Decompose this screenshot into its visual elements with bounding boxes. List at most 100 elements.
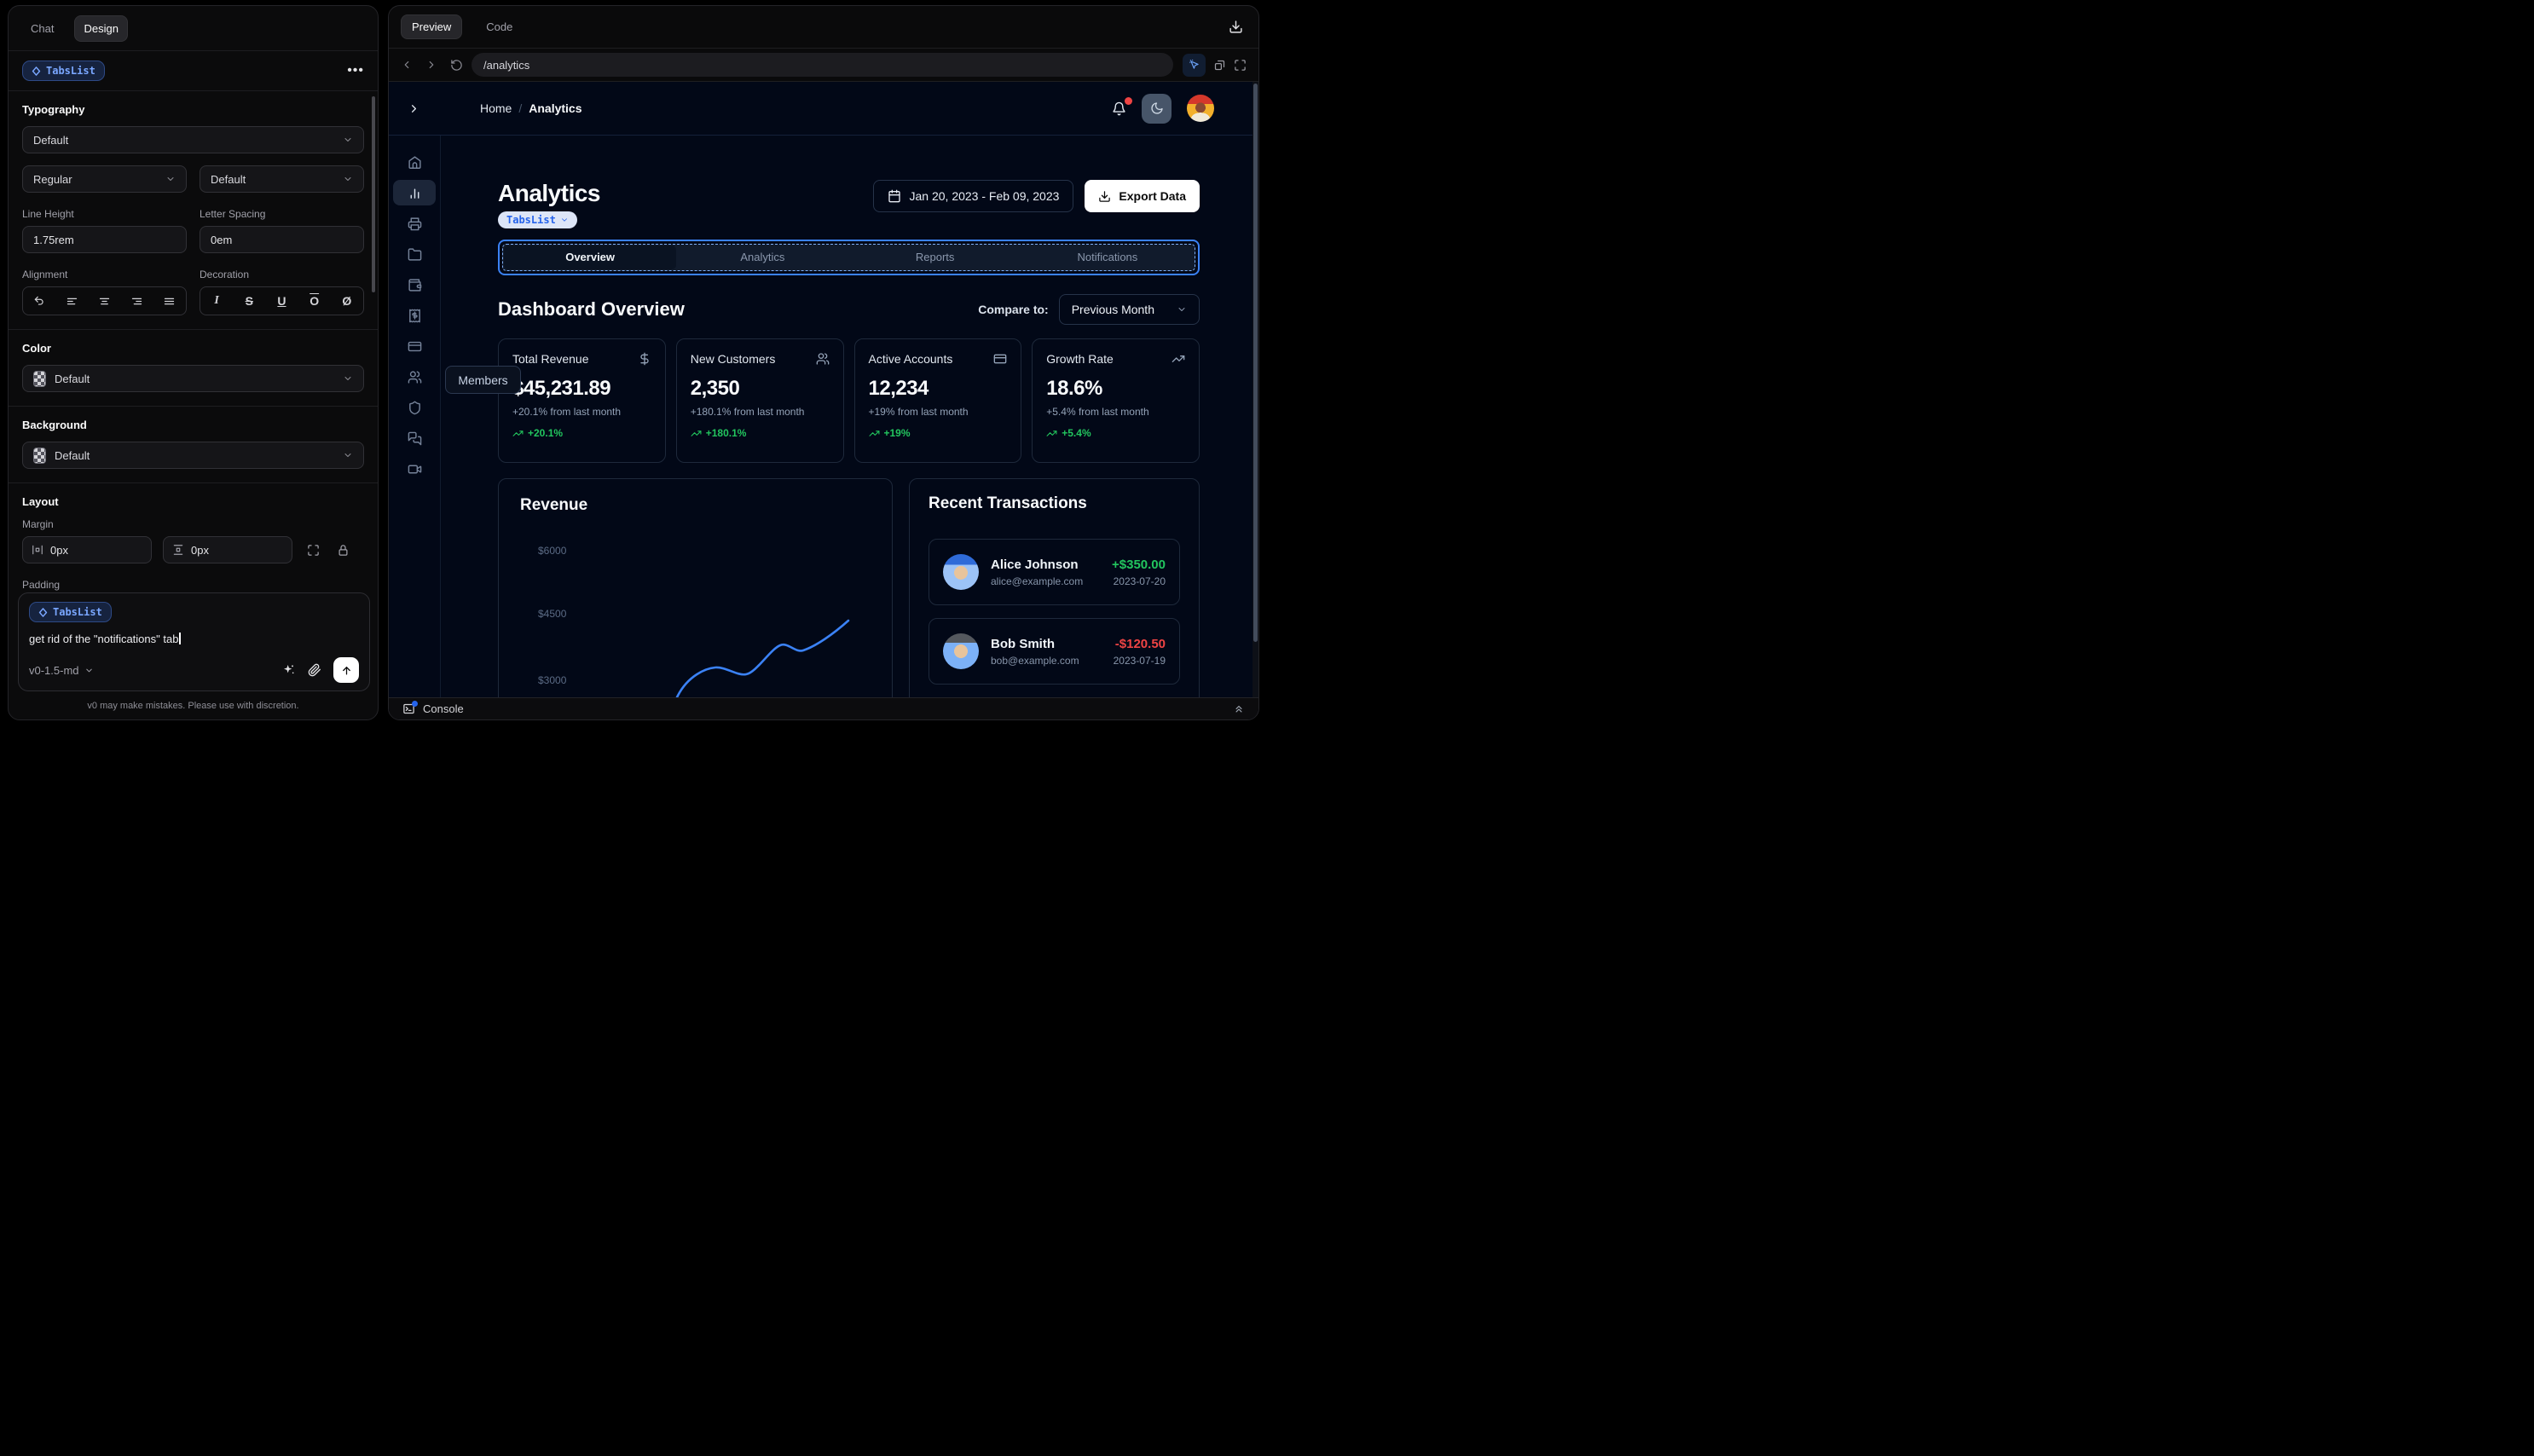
- user-avatar[interactable]: [1187, 95, 1214, 122]
- alignment-label: Alignment: [22, 269, 68, 280]
- selected-element-badge[interactable]: TabsList: [498, 211, 577, 228]
- prompt-composer[interactable]: TabsList get rid of the "notifications" …: [18, 592, 370, 691]
- rail-analytics-item[interactable]: [393, 180, 436, 205]
- credit-card-icon: [408, 341, 421, 351]
- url-input[interactable]: [472, 53, 1173, 77]
- more-options-button[interactable]: •••: [347, 64, 364, 78]
- layout-label: Layout: [22, 495, 59, 508]
- decoration-label: Decoration: [200, 269, 250, 280]
- align-left-icon: [67, 298, 77, 304]
- rail-video-item[interactable]: [405, 459, 424, 478]
- strikethrough-button[interactable]: S: [238, 290, 260, 312]
- margin-lock-button[interactable]: [333, 540, 352, 559]
- transactions-list: Alice Johnson alice@example.com +$350.00…: [929, 539, 1180, 719]
- margin-expand-button[interactable]: [304, 540, 322, 559]
- composer-component-chip[interactable]: TabsList: [29, 602, 112, 622]
- transaction-row-bob[interactable]: Bob Smith bob@example.com -$120.50 2023-…: [929, 618, 1180, 685]
- rail-home-item[interactable]: [405, 153, 424, 171]
- compare-select[interactable]: Previous Month: [1058, 294, 1200, 325]
- forward-button[interactable]: [422, 55, 441, 74]
- tab-chat[interactable]: Chat: [22, 16, 62, 41]
- console-bar[interactable]: Console: [389, 697, 1258, 719]
- tab-reports[interactable]: Reports: [849, 246, 1021, 269]
- stat-value: 18.6%: [1046, 377, 1102, 400]
- preview-scrollbar-track[interactable]: [1253, 82, 1258, 697]
- console-expand-button[interactable]: [1233, 703, 1245, 715]
- tab-analytics[interactable]: Analytics: [676, 246, 848, 269]
- line-height-input[interactable]: [33, 233, 176, 246]
- italic-button[interactable]: I: [205, 290, 228, 312]
- tab-preview[interactable]: Preview: [401, 14, 463, 39]
- margin-x-input[interactable]: [50, 543, 98, 557]
- tab-code[interactable]: Code: [476, 15, 523, 38]
- tab-notifications[interactable]: Notifications: [1021, 246, 1194, 269]
- chevron-down-icon: [344, 177, 351, 181]
- background-select[interactable]: Default: [22, 442, 364, 469]
- moon-icon: [1150, 102, 1163, 114]
- font-size-select[interactable]: Default: [200, 165, 364, 193]
- theme-toggle-button[interactable]: [1142, 93, 1172, 124]
- color-swatch: [33, 370, 46, 387]
- enhance-prompt-button[interactable]: [282, 663, 296, 677]
- overline-button[interactable]: O: [304, 290, 326, 312]
- download-button[interactable]: [1229, 20, 1247, 34]
- refresh-button[interactable]: [447, 55, 466, 74]
- reset-alignment-button[interactable]: [28, 290, 50, 312]
- prompt-text[interactable]: get rid of the "notifications" tab: [29, 633, 359, 645]
- terminal-icon: [402, 701, 418, 715]
- text-cursor: [179, 633, 181, 644]
- align-center-button[interactable]: [93, 290, 115, 312]
- margin-y-input[interactable]: [191, 543, 239, 557]
- app-top-nav: Home / Analytics: [389, 82, 1258, 136]
- rail-folder-item[interactable]: [405, 245, 424, 263]
- rail-security-item[interactable]: [405, 398, 424, 417]
- tab-design[interactable]: Design: [74, 14, 128, 42]
- sidebar-expand-button[interactable]: [408, 102, 420, 115]
- preview-scrollbar-thumb[interactable]: [1253, 84, 1258, 642]
- section-heading: Dashboard Overview: [498, 298, 685, 320]
- undo-icon: [34, 296, 43, 305]
- no-decoration-button[interactable]: Ø: [336, 290, 358, 312]
- export-data-button[interactable]: Export Data: [1085, 180, 1200, 212]
- breadcrumb-home[interactable]: Home: [480, 101, 512, 115]
- tab-overview[interactable]: Overview: [504, 246, 677, 269]
- send-button[interactable]: [333, 657, 359, 683]
- rail-wallet-item[interactable]: [405, 275, 424, 294]
- console-activity-dot: [412, 701, 418, 707]
- wallet-icon: [408, 278, 421, 292]
- date-range-value: Jan 20, 2023 - Feb 09, 2023: [909, 189, 1060, 203]
- underline-button[interactable]: U: [270, 290, 292, 312]
- users-icon: [816, 353, 829, 365]
- rail-printer-item[interactable]: [405, 214, 424, 233]
- notifications-button[interactable]: [1112, 96, 1132, 116]
- stat-card-new-customers: New Customers 2,350 +180.1% from last mo…: [675, 338, 844, 463]
- selected-component-chip[interactable]: TabsList: [22, 61, 105, 81]
- back-button[interactable]: [397, 55, 416, 74]
- rail-members-item[interactable]: [405, 367, 424, 386]
- model-select[interactable]: v0-1.5-md: [29, 664, 94, 677]
- select-element-button[interactable]: [1183, 53, 1206, 77]
- font-select[interactable]: Default: [22, 126, 364, 153]
- rail-messages-item[interactable]: [405, 429, 424, 448]
- color-select[interactable]: Default: [22, 365, 364, 392]
- font-weight-select[interactable]: Regular: [22, 165, 187, 193]
- align-right-button[interactable]: [126, 290, 148, 312]
- calendar-icon: [888, 189, 900, 203]
- transaction-row-alice[interactable]: Alice Johnson alice@example.com +$350.00…: [929, 539, 1180, 605]
- date-range-picker[interactable]: Jan 20, 2023 - Feb 09, 2023: [872, 180, 1074, 212]
- breadcrumb-separator: /: [518, 101, 523, 115]
- design-panel-scrollbar[interactable]: [372, 96, 375, 292]
- attach-file-button[interactable]: [308, 663, 321, 677]
- overline-icon: O: [310, 294, 320, 308]
- trending-up-icon: [1046, 430, 1057, 436]
- rail-receipt-item[interactable]: [405, 306, 424, 325]
- rail-billing-item[interactable]: [405, 337, 424, 355]
- margin-y-field: [163, 536, 292, 563]
- app-icon-rail: [389, 136, 441, 719]
- align-justify-icon: [165, 298, 175, 304]
- align-justify-button[interactable]: [159, 290, 181, 312]
- copy-button[interactable]: [1213, 59, 1226, 72]
- letter-spacing-input[interactable]: [211, 233, 353, 246]
- fullscreen-button[interactable]: [1234, 59, 1247, 72]
- align-left-button[interactable]: [61, 290, 83, 312]
